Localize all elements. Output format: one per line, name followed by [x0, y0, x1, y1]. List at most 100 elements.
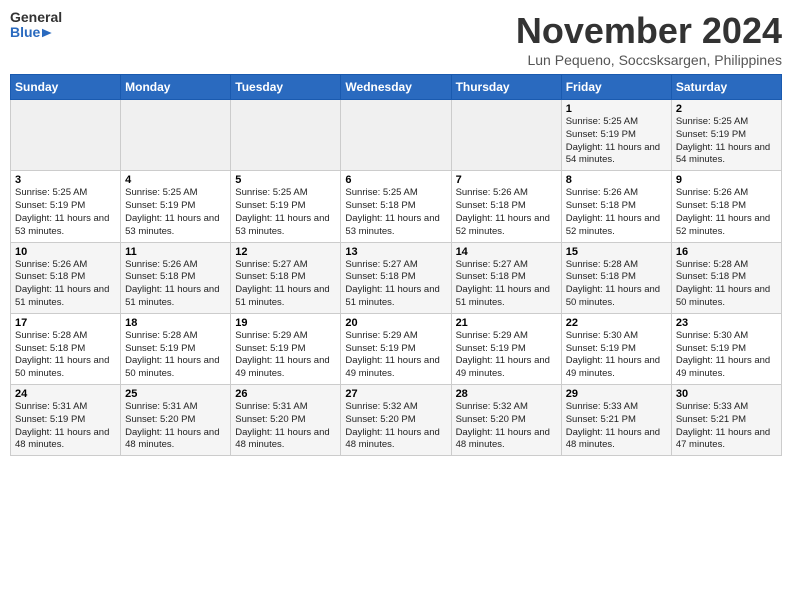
day-info: Sunrise: 5:29 AM Sunset: 5:19 PM Dayligh…: [345, 330, 446, 381]
calendar-week-row: 10Sunrise: 5:26 AM Sunset: 5:18 PM Dayli…: [11, 242, 782, 313]
day-number: 14: [456, 246, 557, 258]
day-info: Sunrise: 5:33 AM Sunset: 5:21 PM Dayligh…: [676, 401, 777, 452]
day-number: 25: [125, 388, 226, 400]
day-number: 18: [125, 317, 226, 329]
day-info: Sunrise: 5:25 AM Sunset: 5:19 PM Dayligh…: [15, 187, 116, 238]
day-number: 2: [676, 103, 777, 115]
calendar-cell: 20Sunrise: 5:29 AM Sunset: 5:19 PM Dayli…: [341, 313, 451, 384]
day-number: 7: [456, 174, 557, 186]
day-info: Sunrise: 5:32 AM Sunset: 5:20 PM Dayligh…: [456, 401, 557, 452]
day-info: Sunrise: 5:25 AM Sunset: 5:19 PM Dayligh…: [125, 187, 226, 238]
day-info: Sunrise: 5:28 AM Sunset: 5:18 PM Dayligh…: [15, 330, 116, 381]
calendar-cell: 30Sunrise: 5:33 AM Sunset: 5:21 PM Dayli…: [671, 385, 781, 456]
day-number: 16: [676, 246, 777, 258]
calendar-cell: 28Sunrise: 5:32 AM Sunset: 5:20 PM Dayli…: [451, 385, 561, 456]
calendar-cell: 21Sunrise: 5:29 AM Sunset: 5:19 PM Dayli…: [451, 313, 561, 384]
calendar-cell: 22Sunrise: 5:30 AM Sunset: 5:19 PM Dayli…: [561, 313, 671, 384]
day-number: 23: [676, 317, 777, 329]
calendar-cell: 24Sunrise: 5:31 AM Sunset: 5:19 PM Dayli…: [11, 385, 121, 456]
day-number: 11: [125, 246, 226, 258]
col-header-sunday: Sunday: [11, 75, 121, 100]
day-info: Sunrise: 5:30 AM Sunset: 5:19 PM Dayligh…: [566, 330, 667, 381]
calendar-cell: 25Sunrise: 5:31 AM Sunset: 5:20 PM Dayli…: [121, 385, 231, 456]
calendar-cell: 9Sunrise: 5:26 AM Sunset: 5:18 PM Daylig…: [671, 171, 781, 242]
day-info: Sunrise: 5:30 AM Sunset: 5:19 PM Dayligh…: [676, 330, 777, 381]
day-number: 27: [345, 388, 446, 400]
day-number: 20: [345, 317, 446, 329]
day-number: 28: [456, 388, 557, 400]
day-number: 24: [15, 388, 116, 400]
day-number: 4: [125, 174, 226, 186]
day-number: 21: [456, 317, 557, 329]
day-number: 3: [15, 174, 116, 186]
calendar-cell: 14Sunrise: 5:27 AM Sunset: 5:18 PM Dayli…: [451, 242, 561, 313]
calendar-cell: 10Sunrise: 5:26 AM Sunset: 5:18 PM Dayli…: [11, 242, 121, 313]
calendar-table: SundayMondayTuesdayWednesdayThursdayFrid…: [10, 74, 782, 456]
day-number: 1: [566, 103, 667, 115]
calendar-cell: 17Sunrise: 5:28 AM Sunset: 5:18 PM Dayli…: [11, 313, 121, 384]
day-info: Sunrise: 5:31 AM Sunset: 5:20 PM Dayligh…: [235, 401, 336, 452]
calendar-cell: 4Sunrise: 5:25 AM Sunset: 5:19 PM Daylig…: [121, 171, 231, 242]
calendar-week-row: 1Sunrise: 5:25 AM Sunset: 5:19 PM Daylig…: [11, 100, 782, 171]
calendar-cell: [341, 100, 451, 171]
day-info: Sunrise: 5:28 AM Sunset: 5:18 PM Dayligh…: [676, 259, 777, 310]
calendar-cell: 27Sunrise: 5:32 AM Sunset: 5:20 PM Dayli…: [341, 385, 451, 456]
calendar-cell: 2Sunrise: 5:25 AM Sunset: 5:19 PM Daylig…: [671, 100, 781, 171]
day-info: Sunrise: 5:26 AM Sunset: 5:18 PM Dayligh…: [456, 187, 557, 238]
day-number: 15: [566, 246, 667, 258]
calendar-week-row: 24Sunrise: 5:31 AM Sunset: 5:19 PM Dayli…: [11, 385, 782, 456]
col-header-monday: Monday: [121, 75, 231, 100]
day-info: Sunrise: 5:29 AM Sunset: 5:19 PM Dayligh…: [456, 330, 557, 381]
day-info: Sunrise: 5:31 AM Sunset: 5:20 PM Dayligh…: [125, 401, 226, 452]
col-header-thursday: Thursday: [451, 75, 561, 100]
day-number: 17: [15, 317, 116, 329]
col-header-wednesday: Wednesday: [341, 75, 451, 100]
day-info: Sunrise: 5:33 AM Sunset: 5:21 PM Dayligh…: [566, 401, 667, 452]
calendar-cell: 18Sunrise: 5:28 AM Sunset: 5:19 PM Dayli…: [121, 313, 231, 384]
calendar-cell: 3Sunrise: 5:25 AM Sunset: 5:19 PM Daylig…: [11, 171, 121, 242]
day-number: 13: [345, 246, 446, 258]
calendar-cell: 6Sunrise: 5:25 AM Sunset: 5:18 PM Daylig…: [341, 171, 451, 242]
day-info: Sunrise: 5:27 AM Sunset: 5:18 PM Dayligh…: [235, 259, 336, 310]
calendar-cell: 13Sunrise: 5:27 AM Sunset: 5:18 PM Dayli…: [341, 242, 451, 313]
calendar-cell: [451, 100, 561, 171]
day-number: 9: [676, 174, 777, 186]
day-info: Sunrise: 5:27 AM Sunset: 5:18 PM Dayligh…: [456, 259, 557, 310]
day-info: Sunrise: 5:26 AM Sunset: 5:18 PM Dayligh…: [125, 259, 226, 310]
day-info: Sunrise: 5:31 AM Sunset: 5:19 PM Dayligh…: [15, 401, 116, 452]
day-info: Sunrise: 5:25 AM Sunset: 5:18 PM Dayligh…: [345, 187, 446, 238]
day-number: 29: [566, 388, 667, 400]
day-number: 5: [235, 174, 336, 186]
calendar-cell: 12Sunrise: 5:27 AM Sunset: 5:18 PM Dayli…: [231, 242, 341, 313]
day-info: Sunrise: 5:26 AM Sunset: 5:18 PM Dayligh…: [676, 187, 777, 238]
calendar-cell: 8Sunrise: 5:26 AM Sunset: 5:18 PM Daylig…: [561, 171, 671, 242]
calendar-cell: 7Sunrise: 5:26 AM Sunset: 5:18 PM Daylig…: [451, 171, 561, 242]
page-header: General Blue November 2024 Lun Pequeno, …: [10, 10, 782, 68]
day-info: Sunrise: 5:25 AM Sunset: 5:19 PM Dayligh…: [235, 187, 336, 238]
day-info: Sunrise: 5:27 AM Sunset: 5:18 PM Dayligh…: [345, 259, 446, 310]
calendar-cell: 5Sunrise: 5:25 AM Sunset: 5:19 PM Daylig…: [231, 171, 341, 242]
col-header-tuesday: Tuesday: [231, 75, 341, 100]
day-number: 26: [235, 388, 336, 400]
day-info: Sunrise: 5:25 AM Sunset: 5:19 PM Dayligh…: [676, 116, 777, 167]
calendar-cell: 19Sunrise: 5:29 AM Sunset: 5:19 PM Dayli…: [231, 313, 341, 384]
day-number: 12: [235, 246, 336, 258]
calendar-cell: 16Sunrise: 5:28 AM Sunset: 5:18 PM Dayli…: [671, 242, 781, 313]
calendar-cell: 26Sunrise: 5:31 AM Sunset: 5:20 PM Dayli…: [231, 385, 341, 456]
calendar-cell: 29Sunrise: 5:33 AM Sunset: 5:21 PM Dayli…: [561, 385, 671, 456]
day-info: Sunrise: 5:26 AM Sunset: 5:18 PM Dayligh…: [15, 259, 116, 310]
day-number: 19: [235, 317, 336, 329]
day-info: Sunrise: 5:28 AM Sunset: 5:18 PM Dayligh…: [566, 259, 667, 310]
calendar-cell: [121, 100, 231, 171]
day-info: Sunrise: 5:32 AM Sunset: 5:20 PM Dayligh…: [345, 401, 446, 452]
month-year-title: November 2024: [516, 10, 782, 52]
day-info: Sunrise: 5:25 AM Sunset: 5:19 PM Dayligh…: [566, 116, 667, 167]
calendar-cell: 15Sunrise: 5:28 AM Sunset: 5:18 PM Dayli…: [561, 242, 671, 313]
title-area: November 2024 Lun Pequeno, Soccsksargen,…: [516, 10, 782, 68]
calendar-cell: [11, 100, 121, 171]
col-header-saturday: Saturday: [671, 75, 781, 100]
calendar-cell: 1Sunrise: 5:25 AM Sunset: 5:19 PM Daylig…: [561, 100, 671, 171]
day-number: 30: [676, 388, 777, 400]
logo: General Blue: [10, 10, 52, 46]
calendar-header-row: SundayMondayTuesdayWednesdayThursdayFrid…: [11, 75, 782, 100]
